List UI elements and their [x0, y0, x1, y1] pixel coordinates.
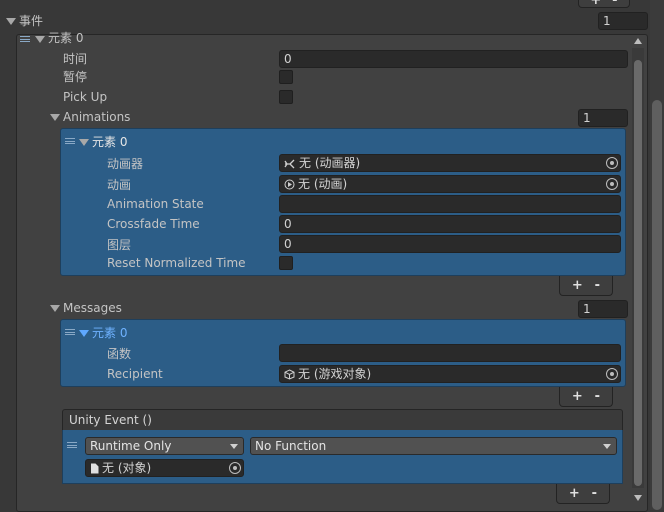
- animations-add-remove-tab: + -: [559, 276, 613, 296]
- animator-picker-icon[interactable]: [606, 157, 618, 169]
- messages-add-button[interactable]: +: [572, 389, 583, 404]
- reset-normalized-time-checkbox[interactable]: [279, 256, 293, 270]
- messages-element-header[interactable]: 元素 0: [92, 325, 127, 341]
- function-dropdown[interactable]: No Function: [250, 437, 617, 455]
- runtime-mode-value: Runtime Only: [90, 439, 172, 453]
- messages-count-field[interactable]: 1: [578, 300, 628, 318]
- time-label: 时间: [63, 52, 88, 66]
- animations-element-header[interactable]: 元素 0: [92, 134, 127, 150]
- animator-field[interactable]: 无 (动画器): [279, 154, 621, 172]
- animation-state-label: Animation State: [107, 197, 204, 211]
- events-count-field[interactable]: 1: [598, 12, 648, 30]
- reset-normalized-time-label: Reset Normalized Time: [107, 256, 246, 270]
- messages-foldout-arrow[interactable]: [50, 305, 60, 312]
- outer-scrollbar-thumb[interactable]: [652, 100, 662, 510]
- pause-checkbox[interactable]: [279, 70, 293, 84]
- function-field[interactable]: [279, 344, 621, 362]
- function-chevron-down-icon: [603, 444, 611, 449]
- unity-event-add-button[interactable]: +: [569, 486, 580, 501]
- animation-field[interactable]: 无 (动画): [279, 175, 621, 193]
- animator-label: 动画器: [107, 157, 144, 171]
- unity-event-listener-drag-handle[interactable]: [67, 442, 77, 448]
- unity-event-add-remove-tab: + -: [556, 484, 610, 504]
- events-add-remove-tab: + -: [578, 0, 630, 8]
- recipient-value: 无 (游戏对象): [298, 367, 372, 381]
- time-field[interactable]: 0: [279, 50, 628, 68]
- runtime-mode-chevron-down-icon: [230, 444, 238, 449]
- event-object-field[interactable]: 无 (对象): [85, 459, 244, 477]
- animation-value: 无 (动画): [298, 177, 348, 191]
- element0-drag-handle[interactable]: [20, 36, 30, 42]
- recipient-picker-icon[interactable]: [606, 368, 618, 380]
- animation-clip-icon: [284, 179, 295, 190]
- layer-field[interactable]: 0: [279, 235, 621, 253]
- gameobject-icon: [284, 369, 295, 380]
- messages-element-foldout-arrow[interactable]: [79, 330, 89, 337]
- events-foldout-arrow[interactable]: [6, 18, 16, 25]
- animations-add-button[interactable]: +: [572, 278, 583, 293]
- animation-picker-icon[interactable]: [606, 178, 618, 190]
- animations-header[interactable]: Animations: [63, 109, 130, 125]
- animator-icon: [284, 159, 295, 168]
- layer-label: 图层: [107, 238, 132, 252]
- unity-event-remove-button[interactable]: -: [592, 486, 597, 501]
- pause-label: 暂停: [63, 70, 88, 84]
- animation-label: 动画: [107, 178, 132, 192]
- animations-element-drag-handle[interactable]: [65, 138, 75, 144]
- animations-remove-button[interactable]: -: [595, 278, 600, 293]
- crossfade-label: Crossfade Time: [107, 217, 200, 231]
- element0-header[interactable]: 元素 0: [48, 30, 83, 46]
- crossfade-field[interactable]: 0: [279, 215, 621, 233]
- element0-foldout-arrow[interactable]: [35, 36, 45, 43]
- recipient-field[interactable]: 无 (游戏对象): [279, 365, 621, 383]
- messages-add-remove-tab: + -: [559, 387, 613, 407]
- pickup-label: Pick Up: [63, 90, 108, 104]
- unity-event-header: Unity Event (): [69, 413, 152, 427]
- pickup-checkbox[interactable]: [279, 90, 293, 104]
- inner-scrollbar-down-arrow[interactable]: [634, 495, 642, 501]
- animations-foldout-arrow[interactable]: [50, 114, 60, 121]
- animations-element-foldout-arrow[interactable]: [79, 139, 89, 146]
- document-icon: [91, 463, 99, 474]
- events-remove-button[interactable]: -: [612, 0, 617, 8]
- event-object-value: 无 (对象): [102, 461, 152, 475]
- event-object-picker-icon[interactable]: [229, 462, 241, 474]
- runtime-mode-dropdown[interactable]: Runtime Only: [85, 437, 244, 455]
- events-add-button[interactable]: +: [590, 0, 601, 8]
- messages-element-drag-handle[interactable]: [65, 329, 75, 335]
- function-label: 函数: [107, 347, 132, 361]
- animation-state-field[interactable]: [279, 195, 621, 213]
- inner-scrollbar-thumb[interactable]: [634, 60, 642, 486]
- animator-value: 无 (动画器): [299, 156, 361, 170]
- messages-remove-button[interactable]: -: [595, 389, 600, 404]
- animations-count-field[interactable]: 1: [578, 109, 628, 127]
- recipient-label: Recipient: [107, 367, 163, 381]
- messages-header[interactable]: Messages: [63, 300, 122, 316]
- function-dropdown-value: No Function: [255, 439, 327, 453]
- events-header[interactable]: 事件: [19, 13, 43, 29]
- inner-scrollbar-up-arrow[interactable]: [634, 38, 642, 44]
